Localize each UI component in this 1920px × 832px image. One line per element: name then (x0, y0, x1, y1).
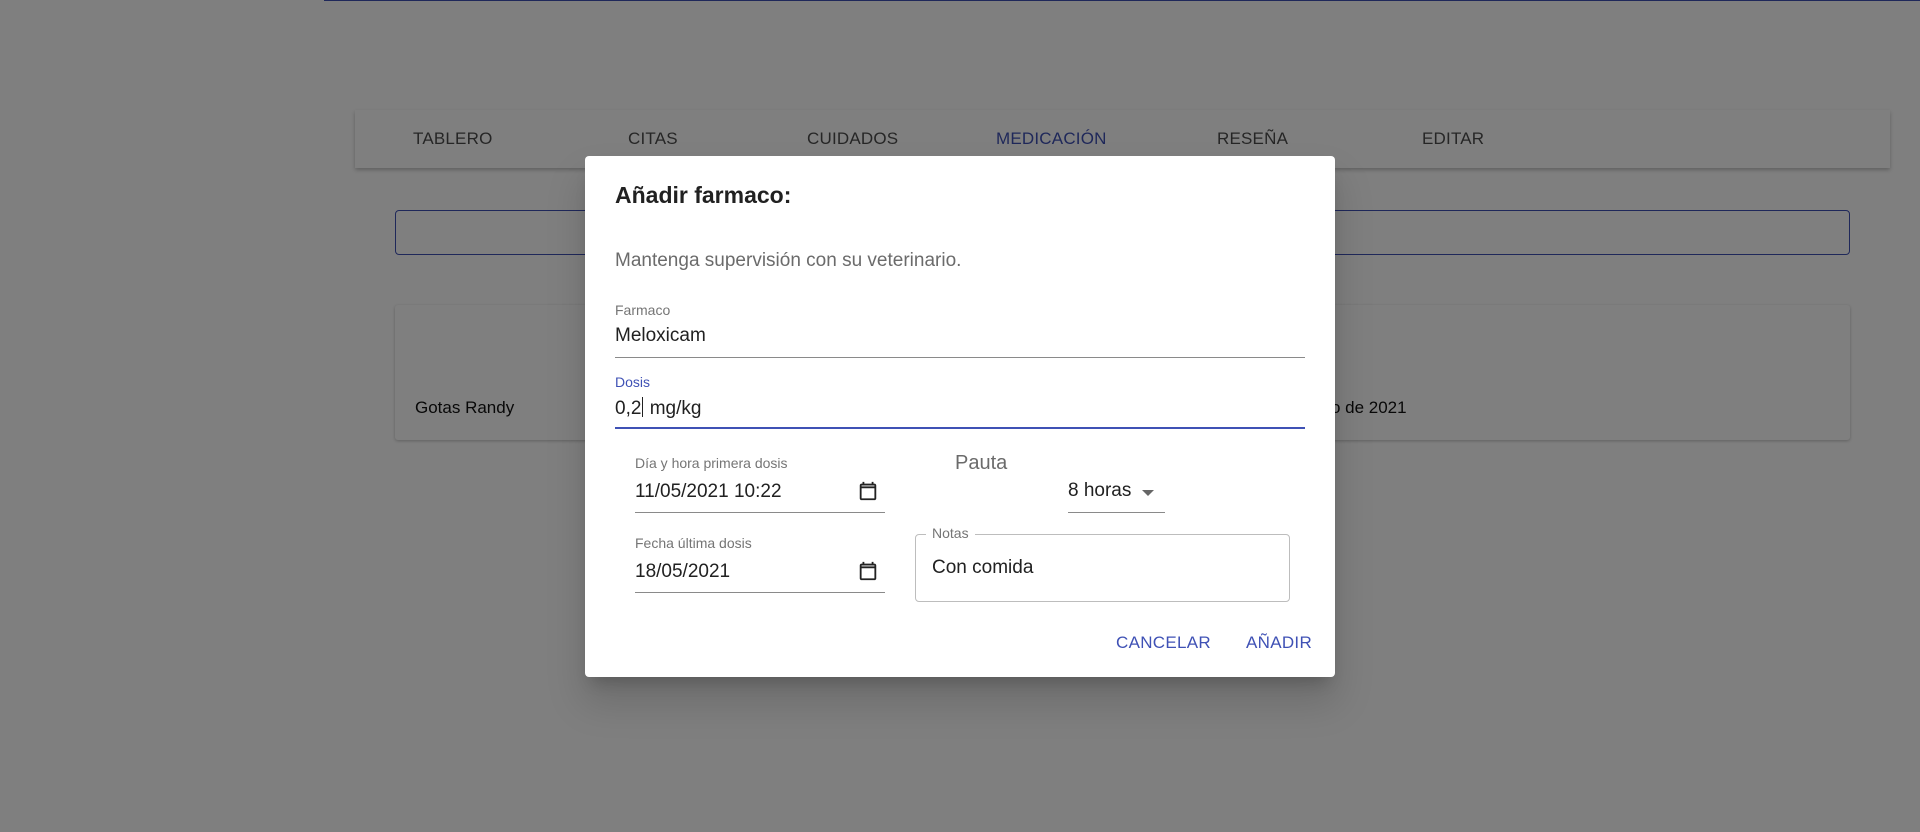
notes-field[interactable]: Notas Con comida (915, 525, 1290, 602)
pauta-select[interactable]: 8 horas (1068, 480, 1131, 502)
first-dose-underline (635, 512, 885, 513)
dosis-value-before: 0,2 (615, 398, 642, 419)
first-dose-field[interactable]: 11/05/2021 10:22 (635, 481, 782, 503)
dosis-label: Dosis (615, 374, 651, 390)
farmaco-underline (615, 357, 1305, 358)
dialog-title: Añadir farmaco: (615, 182, 792, 208)
notes-value: Con comida (932, 557, 1034, 578)
last-dose-field[interactable]: 18/05/2021 (635, 561, 730, 583)
dialog-subtitle: Mantenga supervisión con su veterinario. (615, 250, 962, 271)
dosis-underline (615, 427, 1305, 429)
pauta-underline (1068, 512, 1165, 513)
calendar-icon[interactable] (857, 480, 879, 502)
dosis-value-after: mg/kg (644, 398, 702, 419)
pauta-label: Pauta (955, 452, 1008, 474)
chevron-down-icon[interactable] (1142, 490, 1154, 496)
add-button[interactable]: AÑADIR (1246, 633, 1312, 653)
farmaco-field[interactable]: Meloxicam (615, 325, 706, 347)
first-dose-label: Día y hora primera dosis (635, 455, 788, 471)
dosis-field[interactable]: 0,2 mg/kg (615, 397, 701, 420)
add-drug-dialog: Añadir farmaco: Mantenga supervisión con… (585, 156, 1335, 677)
cancel-button[interactable]: CANCELAR (1116, 633, 1211, 653)
farmaco-label: Farmaco (615, 302, 671, 318)
last-dose-label: Fecha última dosis (635, 535, 752, 551)
calendar-icon[interactable] (857, 560, 879, 582)
notes-label: Notas (926, 525, 975, 541)
last-dose-underline (635, 592, 885, 593)
